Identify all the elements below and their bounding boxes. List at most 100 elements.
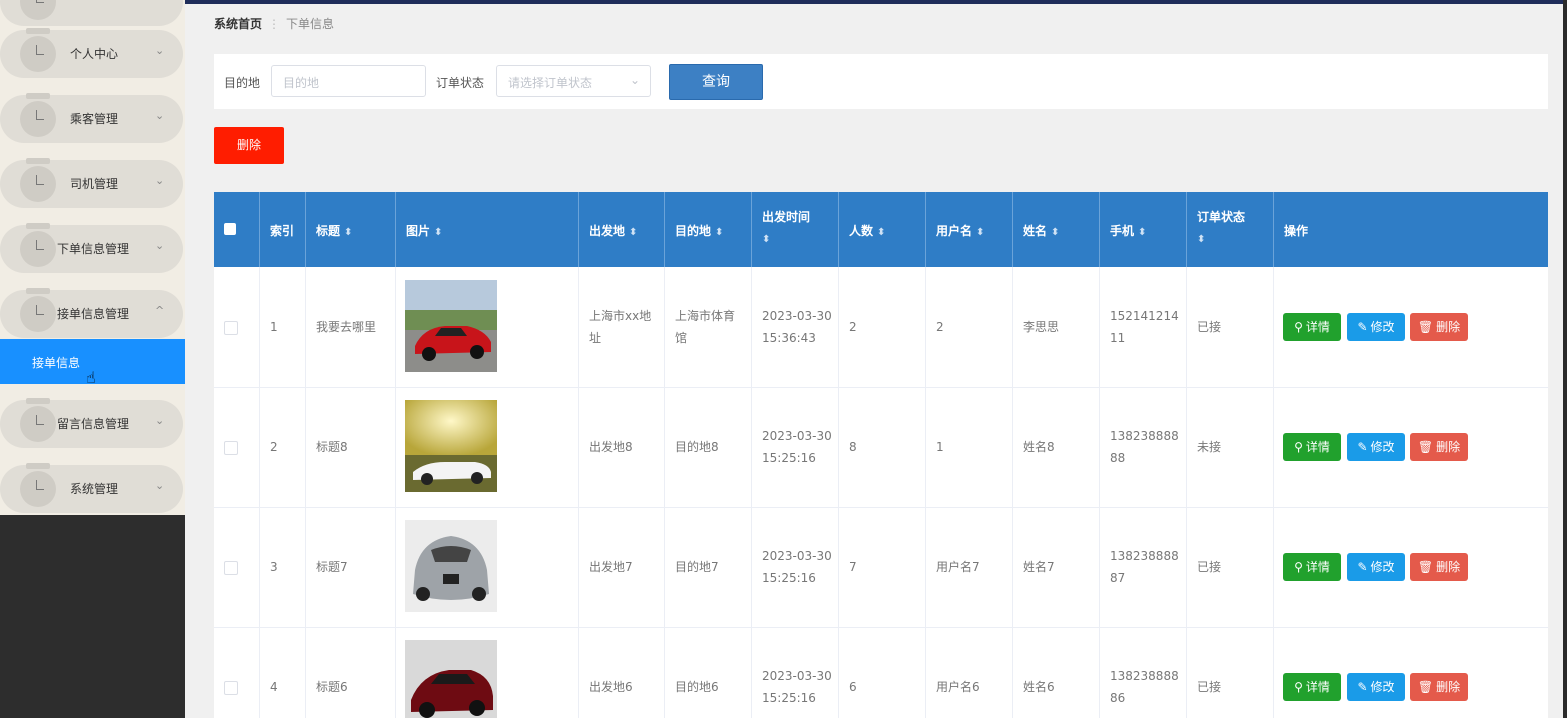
cell-people: 2: [839, 267, 926, 387]
cell-title: 标题6: [306, 627, 396, 718]
sidebar-item-label: 留言信息管理: [57, 417, 130, 431]
detail-button[interactable]: ⚲ 详情: [1283, 313, 1341, 341]
sort-icon[interactable]: ⬍: [976, 227, 984, 238]
sidebar-item-passenger-mgmt[interactable]: 乘客管理 ⌄: [0, 93, 183, 143]
cell-origin: 出发地7: [579, 507, 665, 627]
row-checkbox[interactable]: [224, 441, 238, 455]
delete-button[interactable]: 🗑 删除: [1410, 313, 1468, 341]
select-all-checkbox[interactable]: [224, 223, 236, 235]
search-icon: ⚲: [1294, 560, 1303, 574]
cell-select: [214, 507, 260, 627]
phone-value: 13823888888: [1110, 429, 1179, 465]
edit-label: 修改: [1370, 560, 1395, 574]
sort-icon[interactable]: ⬍: [629, 227, 637, 238]
header-origin[interactable]: 出发地 ⬍: [579, 192, 665, 267]
detail-button[interactable]: ⚲ 详情: [1283, 433, 1341, 461]
sidebar-item-system-mgmt[interactable]: 系统管理 ⌄: [0, 463, 183, 513]
cell-phone: 13823888888: [1100, 387, 1187, 507]
sidebar-item-label: 接单信息管理: [57, 307, 130, 321]
sort-icon[interactable]: ⬍: [877, 227, 885, 238]
cell-title: 我要去哪里: [306, 267, 396, 387]
name-value: 姓名6: [1023, 680, 1055, 694]
delete-button[interactable]: 🗑 删除: [1410, 673, 1468, 701]
chevron-down-icon: ⌄: [155, 44, 165, 57]
search-icon: ⚲: [1294, 680, 1303, 694]
header-image[interactable]: 图片 ⬍: [396, 192, 579, 267]
cell-name: 姓名8: [1013, 387, 1100, 507]
row-checkbox[interactable]: [224, 681, 238, 695]
origin-value: 出发地8: [589, 440, 633, 454]
people-value: 2: [849, 320, 857, 334]
title-value: 标题6: [316, 680, 348, 694]
header-label: 标题: [316, 224, 341, 238]
query-button[interactable]: 查询: [669, 64, 763, 100]
sort-icon[interactable]: ⬍: [434, 227, 442, 238]
pencil-icon: ✎: [1357, 440, 1368, 454]
search-icon: ⚲: [1294, 320, 1303, 334]
delete-button[interactable]: 🗑 删除: [1410, 553, 1468, 581]
dest-label: 目的地: [224, 76, 261, 90]
cell-ops: ⚲ 详情 ✎ 修改 🗑 删除: [1274, 507, 1548, 627]
chevron-down-icon: ⌄: [155, 174, 165, 187]
phone-value: 13823888887: [1110, 549, 1179, 585]
trash-icon: 🗑: [1417, 320, 1434, 334]
header-status[interactable]: 订单状态 ⬍: [1187, 192, 1274, 267]
name-value: 姓名7: [1023, 560, 1055, 574]
sort-icon[interactable]: ⬍: [1197, 234, 1205, 245]
sort-icon[interactable]: ⬍: [344, 227, 352, 238]
header-label: 索引: [270, 224, 295, 238]
sort-icon[interactable]: ⬍: [715, 227, 723, 238]
edit-button[interactable]: ✎ 修改: [1347, 673, 1405, 701]
edit-button[interactable]: ✎ 修改: [1347, 553, 1405, 581]
car-image[interactable]: [405, 400, 497, 492]
cell-image: [396, 387, 579, 507]
batch-delete-button[interactable]: 删除: [214, 127, 284, 164]
status-select[interactable]: 请选择订单状态 ⌄: [496, 65, 651, 97]
header-people[interactable]: 人数 ⬍: [839, 192, 926, 267]
car-image[interactable]: [405, 640, 497, 718]
header-phone[interactable]: 手机 ⬍: [1100, 192, 1187, 267]
header-title[interactable]: 标题 ⬍: [306, 192, 396, 267]
detail-button[interactable]: ⚲ 详情: [1283, 553, 1341, 581]
detail-label: 详情: [1305, 680, 1330, 694]
chevron-down-icon: ⌄: [155, 109, 165, 122]
chevron-down-icon: ⌄: [629, 73, 640, 87]
cell-username: 用户名7: [926, 507, 1013, 627]
header-username[interactable]: 用户名 ⬍: [926, 192, 1013, 267]
menu-icon: [20, 28, 56, 72]
breadcrumb-home[interactable]: 系统首页: [214, 17, 262, 31]
dest-input[interactable]: 目的地: [271, 65, 426, 97]
car-image[interactable]: [405, 520, 497, 612]
dest-value: 目的地8: [675, 440, 719, 454]
sidebar-item-message-mgmt[interactable]: 留言信息管理 ⌄: [0, 398, 183, 448]
sidebar-item-driver-mgmt[interactable]: 司机管理 ⌄: [0, 158, 183, 208]
cell-phone: 15214121411: [1100, 267, 1187, 387]
header-ops: 操作: [1274, 192, 1548, 267]
header-dest[interactable]: 目的地 ⬍: [665, 192, 752, 267]
edit-button[interactable]: ✎ 修改: [1347, 433, 1405, 461]
sidebar-item-label: 系统管理: [70, 482, 119, 496]
detail-button[interactable]: ⚲ 详情: [1283, 673, 1341, 701]
chevron-down-icon: ⌄: [155, 479, 165, 492]
sidebar-item-order-mgmt[interactable]: 下单信息管理 ⌄: [0, 223, 183, 273]
window-edge: [1563, 0, 1567, 718]
header-time[interactable]: 出发时间 ⬍: [752, 192, 839, 267]
menu-icon: [20, 463, 56, 507]
filter-bar: 目的地 目的地 订单状态 请选择订单状态 ⌄ 查询: [214, 54, 1548, 109]
row-checkbox[interactable]: [224, 321, 238, 335]
edit-button[interactable]: ✎ 修改: [1347, 313, 1405, 341]
car-image[interactable]: [405, 280, 497, 372]
table-row: 2 标题8 出发地8 目的地8 2023-03-30 15:25:16 8 1 …: [214, 387, 1548, 508]
sort-icon[interactable]: ⬍: [1051, 227, 1059, 238]
index-value: 4: [270, 680, 278, 694]
sidebar-item-accept-mgmt[interactable]: 接单信息管理 ^: [0, 288, 183, 338]
sidebar-item-personal-center[interactable]: 个人中心 ⌄: [0, 28, 183, 78]
sort-icon[interactable]: ⬍: [1138, 227, 1146, 238]
delete-button[interactable]: 🗑 删除: [1410, 433, 1468, 461]
sidebar-item-top-partial[interactable]: [0, 0, 183, 26]
sidebar-subitem-label: 接单信息: [32, 356, 81, 370]
row-checkbox[interactable]: [224, 561, 238, 575]
header-name[interactable]: 姓名 ⬍: [1013, 192, 1100, 267]
sort-icon[interactable]: ⬍: [762, 234, 770, 245]
header-label: 目的地: [675, 224, 712, 238]
